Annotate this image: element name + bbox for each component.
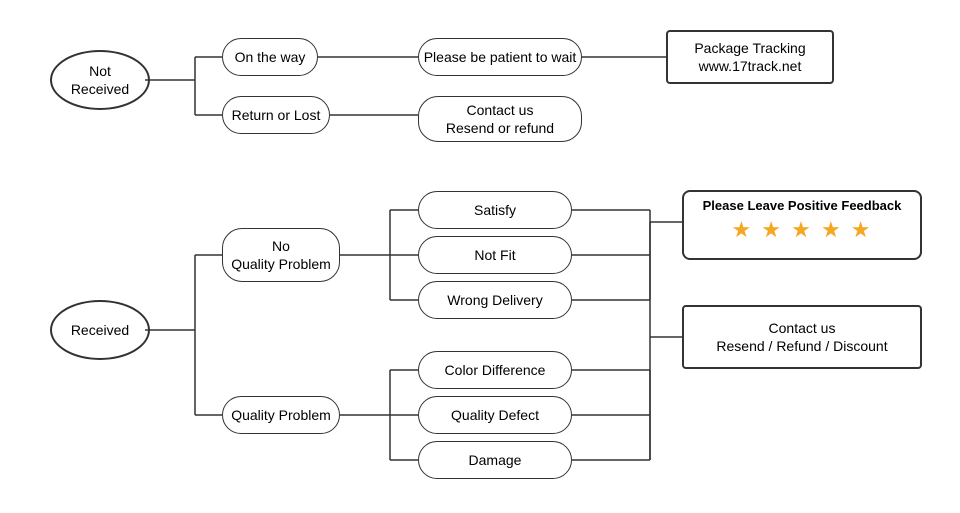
contact-resend-refund-node: Contact us Resend or refund <box>418 96 582 142</box>
contact-resend-refund-discount-node: Contact us Resend / Refund / Discount <box>682 305 922 369</box>
return-or-lost-node: Return or Lost <box>222 96 330 134</box>
not-received-node: Not Received <box>50 50 150 110</box>
stars-display: ★ ★ ★ ★ ★ <box>694 217 910 243</box>
color-difference-node: Color Difference <box>418 351 572 389</box>
quality-defect-node: Quality Defect <box>418 396 572 434</box>
feedback-title: Please Leave Positive Feedback <box>694 198 910 213</box>
quality-problem-node: Quality Problem <box>222 396 340 434</box>
received-node: Received <box>50 300 150 360</box>
feedback-box: Please Leave Positive Feedback ★ ★ ★ ★ ★ <box>682 190 922 260</box>
no-quality-problem-node: No Quality Problem <box>222 228 340 282</box>
not-fit-node: Not Fit <box>418 236 572 274</box>
patient-wait-node: Please be patient to wait <box>418 38 582 76</box>
wrong-delivery-node: Wrong Delivery <box>418 281 572 319</box>
package-tracking-node: Package Tracking www.17track.net <box>666 30 834 84</box>
on-the-way-node: On the way <box>222 38 318 76</box>
satisfy-node: Satisfy <box>418 191 572 229</box>
damage-node: Damage <box>418 441 572 479</box>
